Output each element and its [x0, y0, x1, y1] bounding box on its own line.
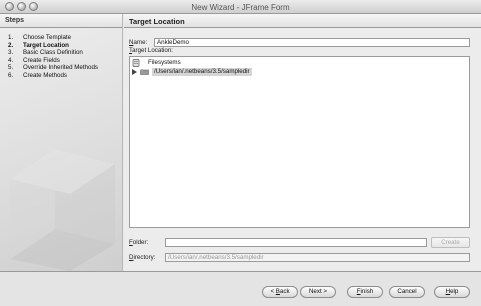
filesystem-tree[interactable]: Filesystems /Users/ian/.netbeans/3.5/sam… — [129, 56, 470, 228]
create-button[interactable]: Create — [431, 237, 470, 248]
panel-heading: Target Location — [124, 14, 481, 28]
step-item-active: 2. Target Location — [8, 41, 69, 49]
step-item: 5. Override Inherited Methods — [8, 64, 98, 71]
wizard-button-bar: < Back Next > Finish Cancel Help — [0, 271, 481, 306]
step-item: 1. Choose Template — [8, 34, 72, 41]
folder-icon — [140, 69, 149, 75]
back-button[interactable]: < Back — [262, 286, 298, 298]
step-item: 4. Create Fields — [8, 56, 60, 64]
decorative-cube-graphic — [10, 149, 115, 271]
name-label: Name: — [129, 39, 148, 46]
directory-label: Directory: — [129, 254, 156, 261]
window-title: New Wizard - JFrame Form — [191, 3, 290, 12]
step-item: 3. Basic Class Definition — [8, 49, 83, 56]
steps-heading: Steps — [0, 14, 122, 28]
steps-list: 1. Choose Template 2. Target Location 3. Ba… — [8, 34, 98, 79]
folder-field[interactable] — [165, 238, 427, 247]
folder-label: Folder: — [129, 239, 149, 246]
finish-button[interactable]: Finish — [347, 286, 383, 298]
cancel-button[interactable]: Cancel — [389, 286, 425, 298]
name-field[interactable]: AnkleDemo — [154, 38, 470, 47]
step-item: 6. Create Methods — [8, 71, 68, 79]
expand-handle-icon[interactable] — [132, 69, 138, 75]
next-button[interactable]: Next > — [300, 286, 336, 298]
steps-panel: Steps 1. Choose Template 2. Target Locatio… — [0, 14, 123, 271]
directory-field: /Users/ian/.netbeans/3.5/sampledir — [165, 253, 470, 262]
help-button[interactable]: Help — [434, 286, 470, 298]
target-location-panel: Target Location Name: AnkleDemo Target L… — [124, 14, 481, 271]
title-bar: New Wizard - JFrame Form — [0, 0, 481, 14]
filesystems-icon — [132, 59, 140, 67]
target-location-label: Target Location: — [129, 47, 174, 54]
